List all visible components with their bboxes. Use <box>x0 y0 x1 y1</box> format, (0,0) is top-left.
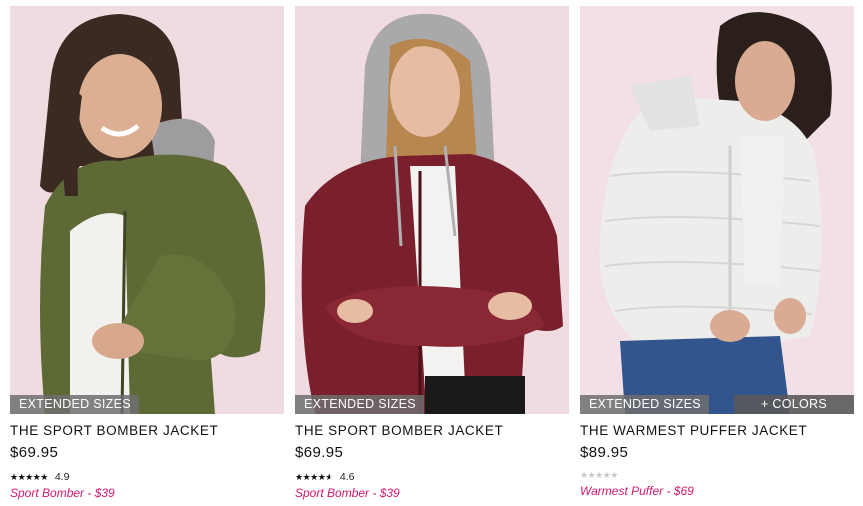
product-price: $89.95 <box>580 444 629 461</box>
product-photo-olive-bomber <box>10 6 284 414</box>
product-rating[interactable]: ★★★★★ ★★★★★ 4.9 <box>10 471 284 483</box>
rating-stars-icon: ★★★★★★★★★★ <box>295 472 333 482</box>
product-photo-burgundy-bomber <box>295 6 569 414</box>
more-colors-button[interactable]: + COLORS <box>734 395 854 414</box>
product-rating[interactable]: ★★★★★ ★★★★★ 4.6 <box>295 471 569 483</box>
product-price: $69.95 <box>10 444 59 461</box>
product-price: $69.95 <box>295 444 344 461</box>
product-image[interactable]: EXTENDED SIZES <box>10 6 284 414</box>
extended-sizes-badge: EXTENDED SIZES <box>295 395 424 414</box>
promo-link[interactable]: Sport Bomber - $39 <box>10 486 284 500</box>
rating-score: 4.9 <box>54 471 70 483</box>
extended-sizes-badge: EXTENDED SIZES <box>10 395 139 414</box>
product-grid: EXTENDED SIZES THE SPORT BOMBER JACKET $… <box>0 0 863 506</box>
product-card: EXTENDED SIZES THE SPORT BOMBER JACKET $… <box>295 6 569 500</box>
rating-stars-icon: ★★★★★★★★★★ <box>10 472 48 482</box>
product-image[interactable]: EXTENDED SIZES <box>295 6 569 414</box>
product-card: EXTENDED SIZES THE SPORT BOMBER JACKET $… <box>10 6 284 500</box>
product-name-link[interactable]: THE WARMEST PUFFER JACKET <box>580 423 854 438</box>
product-name-link[interactable]: THE SPORT BOMBER JACKET <box>10 423 284 438</box>
promo-link[interactable]: Sport Bomber - $39 <box>295 486 569 500</box>
product-rating[interactable]: ★★★★★★★★★★ <box>580 469 854 481</box>
rating-score: 4.6 <box>339 471 355 483</box>
product-card: EXTENDED SIZES + COLORS THE WARMEST PUFF… <box>580 6 854 498</box>
product-photo-white-puffer <box>580 6 854 414</box>
promo-link[interactable]: Warmest Puffer - $69 <box>580 484 854 498</box>
rating-stars-icon: ★★★★★★★★★★ <box>580 470 618 480</box>
extended-sizes-badge: EXTENDED SIZES <box>580 395 709 414</box>
product-name-link[interactable]: THE SPORT BOMBER JACKET <box>295 423 569 438</box>
product-image[interactable]: EXTENDED SIZES + COLORS <box>580 6 854 414</box>
